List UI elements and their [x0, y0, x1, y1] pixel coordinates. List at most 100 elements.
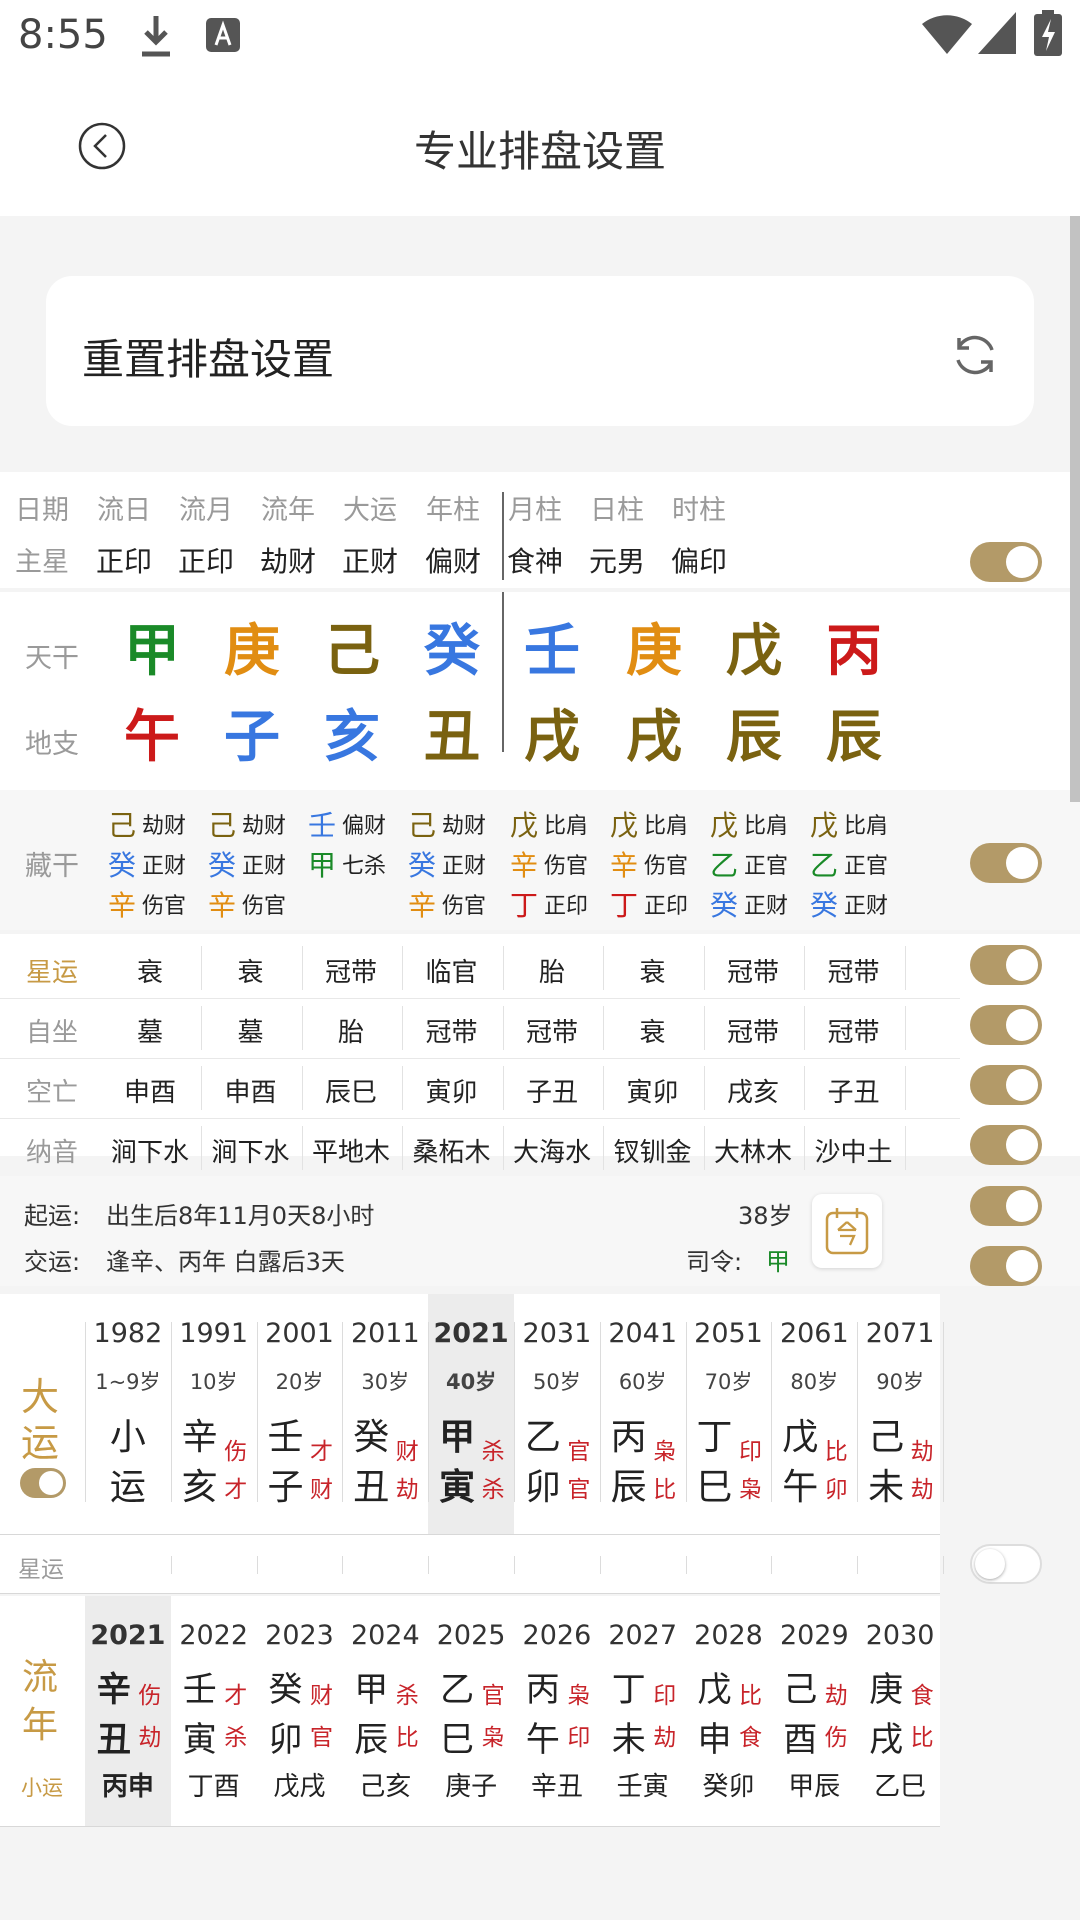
jiaoyun-label: 交运:	[24, 1248, 81, 1276]
canggan-god: 伤官	[644, 854, 689, 879]
dayun-stem-god: 枭	[653, 1439, 677, 1465]
canggan-god: 劫财	[142, 814, 187, 839]
dayun-stem: 小	[109, 1417, 146, 1458]
xingyun2-panel	[0, 1534, 940, 1594]
canggan-god: 比肩	[544, 814, 589, 839]
liunian-branch-god: 比	[910, 1725, 934, 1751]
xiaoyun-label: 小运	[21, 1776, 63, 1800]
dayun-stem-god: 劫	[910, 1439, 934, 1465]
xingyun2-toggle[interactable]	[970, 1544, 1042, 1584]
liunian-branch: 申	[697, 1720, 732, 1760]
row-separator	[804, 946, 805, 990]
canggan-stem: 乙	[710, 849, 739, 882]
tiangan-0: 甲	[124, 619, 180, 684]
canggan-god: 比肩	[744, 814, 789, 839]
dayun-branch: 亥	[181, 1467, 218, 1508]
row-separator	[703, 1066, 705, 1110]
liunian-stem-god: 才	[224, 1683, 248, 1709]
row-label-1: 自坐	[25, 1018, 79, 1048]
row-cell: 桑柘木	[412, 1138, 491, 1168]
dayun-age: 30岁	[361, 1370, 410, 1394]
dayun-branch: 午	[782, 1467, 819, 1508]
canggan-stem: 乙	[810, 849, 839, 882]
dizhi-2: 亥	[324, 705, 380, 770]
reset-card[interactable]: 重置排盘设置	[46, 276, 1034, 426]
liunian-stem-god: 杀	[395, 1683, 419, 1709]
zizuo-toggle[interactable]	[970, 1005, 1042, 1045]
canggan-god: 伤官	[242, 894, 287, 919]
row-separator	[904, 1006, 906, 1050]
kongwang-toggle[interactable]	[970, 1065, 1042, 1105]
dayun-toggle[interactable]	[20, 1468, 66, 1498]
liunian-label-1: 流	[21, 1657, 59, 1698]
row-separator	[703, 1006, 705, 1050]
liunian-bottom-line	[0, 1826, 940, 1827]
row-separator	[201, 946, 202, 990]
row-separator	[301, 1126, 303, 1170]
row-cell: 钗钏金	[613, 1138, 692, 1168]
download-icon	[142, 16, 170, 57]
dayun-stem: 乙	[524, 1417, 561, 1458]
row-cell: 涧下水	[211, 1138, 290, 1168]
liunian-stem-god: 伤	[138, 1683, 162, 1709]
canggan-stem: 癸	[710, 889, 739, 922]
xingyun2-separator	[771, 1556, 773, 1574]
liunian-xiaoyun: 丁酉	[187, 1772, 240, 1802]
xingyun-toggle[interactable]	[970, 945, 1042, 985]
xingyun2-separator	[428, 1556, 430, 1574]
row-separator	[904, 1126, 906, 1170]
liunian-branch-god: 劫	[653, 1725, 677, 1751]
pillar-header-8: 时柱	[672, 495, 726, 526]
dayun-stem: 癸	[353, 1417, 390, 1458]
liunian-branch-god: 劫	[138, 1725, 162, 1751]
liunian-stem-god: 枭	[567, 1683, 591, 1709]
mainstar-1: 正印	[177, 545, 235, 578]
liunian-xiaoyun: 庚子	[445, 1772, 498, 1802]
dayun-stem-god: 杀	[481, 1439, 505, 1465]
canggan-god: 比肩	[844, 814, 889, 839]
refresh-icon[interactable]	[950, 330, 1000, 380]
pillar-header-4: 大运	[343, 495, 397, 526]
back-icon[interactable]	[78, 122, 126, 170]
liunian-branch: 寅	[182, 1720, 217, 1760]
qiyun-toggle[interactable]	[970, 1186, 1042, 1226]
dayun-stem: 丙	[610, 1417, 647, 1458]
dayun-branch-god: 枭	[739, 1477, 762, 1503]
liunian-xiaoyun: 戊戌	[273, 1772, 326, 1802]
liunian-year: 2024	[350, 1620, 420, 1651]
nayin-toggle[interactable]	[970, 1125, 1042, 1165]
tiangan-3: 癸	[424, 619, 480, 684]
row-cell: 平地木	[311, 1138, 391, 1168]
dayun-year: 1991	[179, 1318, 249, 1349]
mainstar-5: 食神	[506, 545, 564, 578]
row-separator	[502, 1126, 504, 1170]
dayun-age: 80岁	[790, 1370, 839, 1394]
mainstar-label: 主星	[15, 547, 69, 578]
dayun-branch-god: 比	[653, 1477, 677, 1503]
scrollbar[interactable]	[1070, 216, 1080, 802]
dayun-stem-god: 伤	[224, 1439, 248, 1465]
liunian-stem: 辛	[96, 1670, 131, 1710]
dayun-separator	[256, 1322, 258, 1502]
dayun-age: 10岁	[189, 1370, 238, 1394]
canggan-stem: 己	[208, 809, 237, 842]
canggan-stem: 癸	[810, 889, 839, 922]
liunian-branch-god: 食	[739, 1725, 762, 1751]
row-cell: 冠带	[726, 958, 780, 988]
wifi-icon	[922, 15, 972, 54]
canggan-god: 伤官	[544, 854, 589, 879]
mainstar-toggle[interactable]	[970, 542, 1042, 582]
row-cell: 冠带	[827, 1018, 880, 1048]
liunian-xiaoyun: 乙巳	[874, 1772, 927, 1802]
jiaoyun-toggle[interactable]	[970, 1246, 1042, 1286]
dayun-stem-god: 才	[310, 1439, 333, 1465]
xingyun2-separator	[256, 1556, 258, 1574]
row-separator	[904, 1066, 906, 1110]
pillar-header-1: 流日	[97, 495, 151, 526]
dayun-separator	[170, 1322, 172, 1502]
row-separator	[603, 946, 604, 990]
calendar-button[interactable]	[812, 1194, 882, 1268]
canggan-toggle[interactable]	[970, 843, 1042, 883]
dayun-stem: 壬	[267, 1417, 304, 1458]
canggan-stem: 戊	[710, 809, 739, 842]
